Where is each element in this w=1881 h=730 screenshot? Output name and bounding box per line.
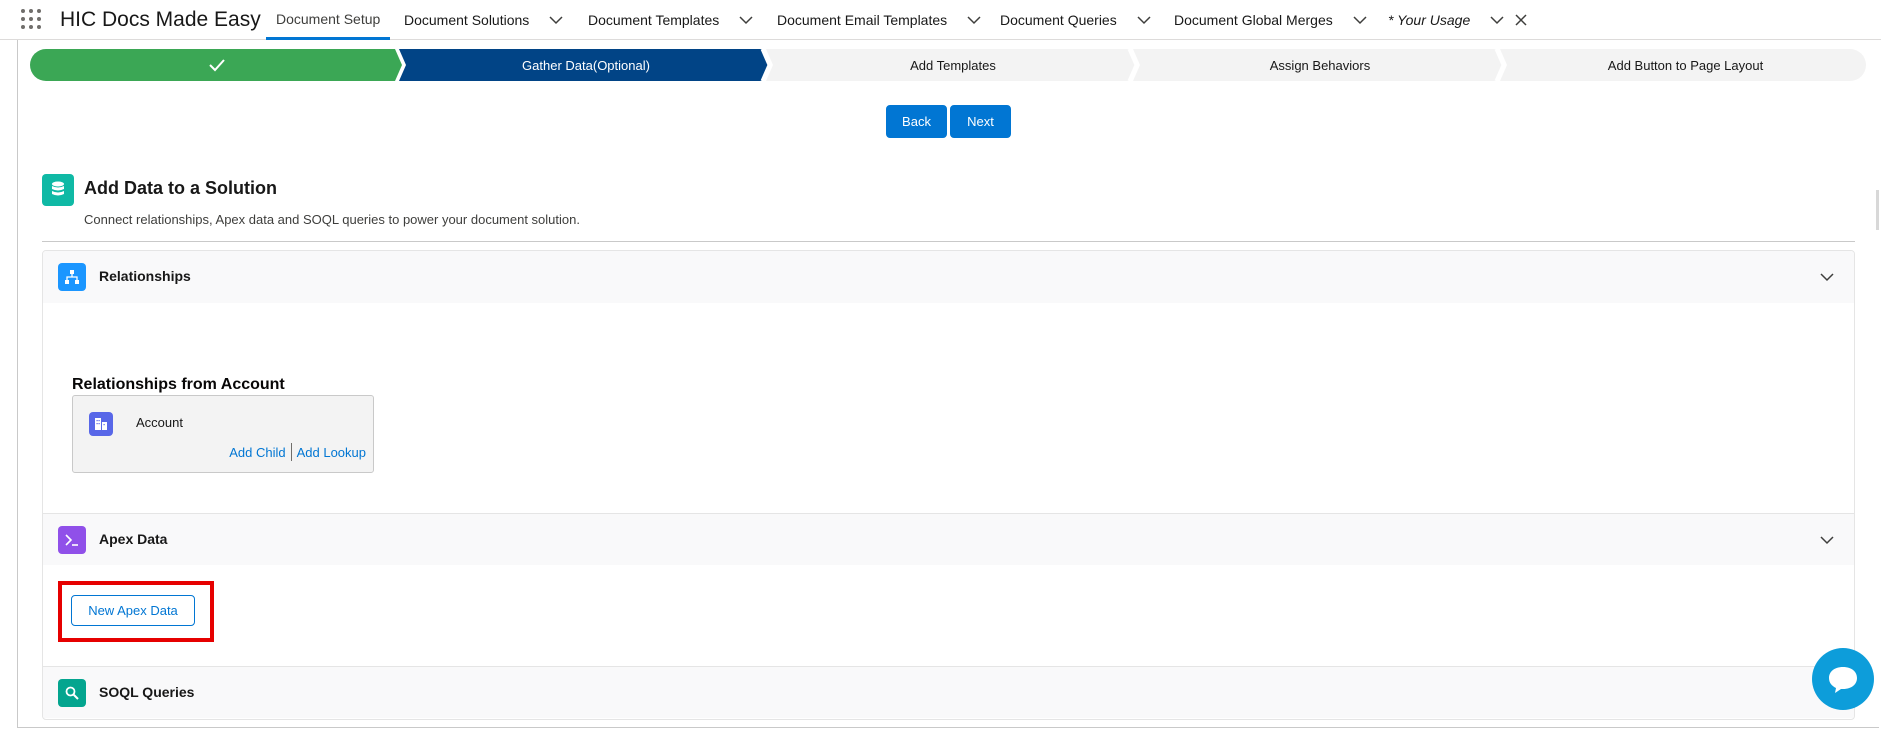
chevron-down-icon[interactable] <box>547 11 565 29</box>
highlight-box <box>58 581 214 642</box>
global-nav: HIC Docs Made Easy Document Setup Docume… <box>0 0 1881 40</box>
database-icon <box>42 174 74 206</box>
scrollbar[interactable] <box>1876 190 1879 230</box>
waffle-icon[interactable] <box>21 9 43 31</box>
app-name: HIC Docs Made Easy <box>60 8 261 31</box>
page-subtitle: Connect relationships, Apex data and SOQ… <box>84 212 580 227</box>
next-button[interactable]: Next <box>950 105 1011 138</box>
path-stage-add-templates[interactable]: Add Templates <box>771 49 1135 81</box>
path-stage-complete[interactable] <box>30 49 402 81</box>
relationships-heading: Relationships from Account <box>72 376 285 393</box>
section-divider <box>42 241 1855 242</box>
accordion-label-relationships: Relationships <box>99 268 191 284</box>
path-stage-add-button[interactable]: Add Button to Page Layout <box>1505 49 1866 81</box>
accordion-label-apex-data: Apex Data <box>99 531 168 547</box>
back-button[interactable]: Back <box>886 105 947 138</box>
chevron-down-icon[interactable] <box>1135 11 1153 29</box>
path-stage-gather-data[interactable]: Gather Data(Optional) <box>404 49 768 81</box>
path-stage-assign-behaviors[interactable]: Assign Behaviors <box>1138 49 1502 81</box>
tab-document-setup[interactable]: Document Setup <box>266 0 391 40</box>
search-icon <box>58 679 86 707</box>
tab-document-email-templates[interactable]: Document Email Templates <box>777 0 983 40</box>
tab-document-global-merges[interactable]: Document Global Merges <box>1174 0 1369 40</box>
tab-your-usage[interactable]: * Your Usage <box>1388 0 1506 40</box>
hierarchy-icon <box>58 263 86 291</box>
accordion-header-relationships[interactable]: Relationships <box>43 251 1854 303</box>
add-lookup-link[interactable]: Add Lookup <box>297 445 366 460</box>
account-icon <box>89 412 113 436</box>
relationship-actions: Add Child Add Lookup <box>229 443 366 461</box>
tab-document-templates[interactable]: Document Templates <box>588 0 755 40</box>
add-child-link[interactable]: Add Child <box>229 445 285 460</box>
link-separator <box>290 443 292 461</box>
chevron-down-icon[interactable] <box>1488 11 1506 29</box>
tab-document-queries[interactable]: Document Queries <box>1000 0 1153 40</box>
terminal-icon <box>58 526 86 554</box>
accordion-header-apex-data[interactable]: Apex Data <box>43 513 1854 565</box>
accordion-header-soql-queries[interactable]: SOQL Queries <box>43 666 1854 718</box>
tab-document-solutions[interactable]: Document Solutions <box>404 0 565 40</box>
chevron-down-icon[interactable] <box>1818 268 1836 286</box>
relationship-card-name: Account <box>136 415 183 430</box>
close-icon[interactable] <box>1512 11 1530 29</box>
page-title: Add Data to a Solution <box>84 178 277 198</box>
chevron-down-icon[interactable] <box>1351 11 1369 29</box>
chat-icon[interactable] <box>1812 648 1874 710</box>
relationship-card-account: Account Add Child Add Lookup <box>72 395 374 473</box>
accordion-label-soql-queries: SOQL Queries <box>99 684 195 700</box>
chevron-down-icon[interactable] <box>1818 531 1836 549</box>
chevron-down-icon[interactable] <box>965 11 983 29</box>
data-accordion: Relationships Relationships from Account… <box>42 250 1855 720</box>
chevron-down-icon[interactable] <box>737 11 755 29</box>
setup-path: Gather Data(Optional) Add Templates Assi… <box>30 49 1866 81</box>
